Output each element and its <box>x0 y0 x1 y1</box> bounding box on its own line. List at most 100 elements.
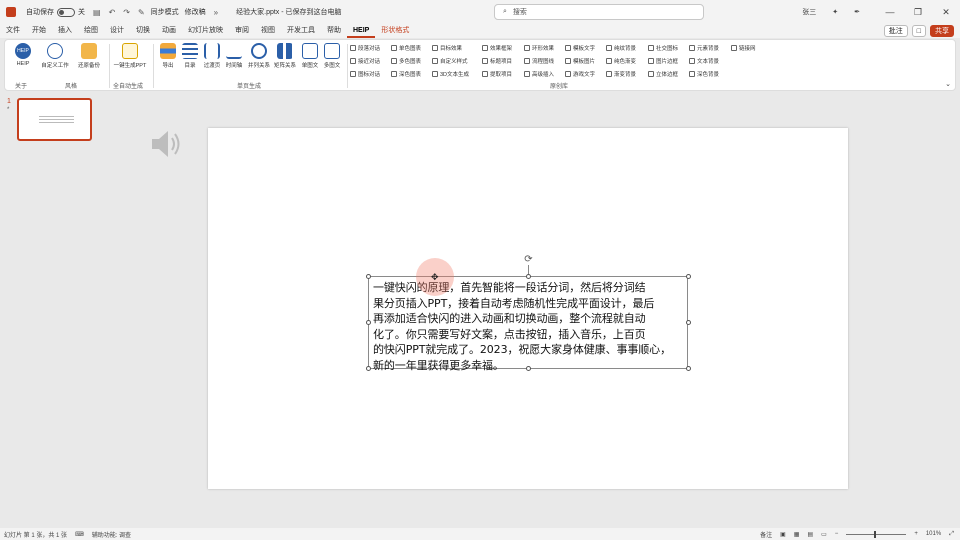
grid-item[interactable]: 渐变背景 <box>606 70 636 78</box>
resize-handle-bottom-left[interactable] <box>366 366 371 371</box>
tab-design[interactable]: 设计 <box>104 24 130 38</box>
more-commands-icon[interactable]: » <box>214 8 218 17</box>
sync-mode-button[interactable]: 同步模式 <box>151 7 179 17</box>
rotate-handle-icon[interactable]: ⟳ <box>523 254 534 265</box>
redo-icon[interactable]: ↷ <box>123 8 130 17</box>
accessibility-status[interactable]: 辅助功能: 调查 <box>92 530 131 539</box>
grid-item[interactable]: 纯色渐变 <box>606 57 636 65</box>
search-box[interactable]: ⌕ 搜索 <box>494 4 704 20</box>
selected-textbox[interactable]: 一键快闪的原理，首先智能将一段话分词，然后将分词结 果分页插入PPT，接着自动考… <box>368 276 688 372</box>
resize-handle-bottom[interactable] <box>526 366 531 371</box>
reading-view-icon[interactable]: ▤ <box>807 531 813 538</box>
tab-animations[interactable]: 动画 <box>156 24 182 38</box>
zoom-out-icon[interactable]: − <box>835 531 839 537</box>
grid-item[interactable]: 模板文字 <box>565 44 595 52</box>
tab-developer[interactable]: 开发工具 <box>281 24 321 38</box>
restore-backup-button[interactable]: 还原备份 <box>75 43 103 69</box>
grid-item[interactable]: 元素背景 <box>689 44 719 52</box>
toggle-switch-icon[interactable] <box>57 7 75 17</box>
grid-item[interactable]: 自定义样式 <box>432 57 468 65</box>
grid-item[interactable]: 接近对话 <box>350 57 380 65</box>
grid-item[interactable]: 目标效果 <box>432 44 462 52</box>
resize-handle-right[interactable] <box>686 320 691 325</box>
tab-help[interactable]: 帮助 <box>321 24 347 38</box>
zoom-slider-thumb[interactable] <box>874 530 877 538</box>
transition-page-button[interactable]: 过渡页 <box>201 43 223 69</box>
tab-slideshow[interactable]: 幻灯片放映 <box>182 24 229 38</box>
fit-slide-icon[interactable]: ⤢ <box>949 531 954 538</box>
restore-button[interactable]: ❐ <box>904 7 932 18</box>
present-button[interactable]: □ <box>911 25 926 37</box>
grid-item[interactable]: 单色图表 <box>391 44 421 52</box>
resize-handle-bottom-right[interactable] <box>686 366 691 371</box>
tab-shape-format[interactable]: 形状格式 <box>375 24 415 38</box>
grid-item[interactable]: 多色图表 <box>391 57 421 65</box>
tab-review[interactable]: 审阅 <box>229 24 255 38</box>
zoom-in-icon[interactable]: + <box>914 531 918 537</box>
language-icon[interactable]: ⌨ <box>75 531 84 538</box>
one-click-ppt-button[interactable]: 一键生成PPT <box>113 43 147 69</box>
copilot-icon[interactable]: ✦ <box>832 8 838 16</box>
grid-item[interactable]: 标题项目 <box>482 57 512 65</box>
tab-transitions[interactable]: 切换 <box>130 24 156 38</box>
grid-item[interactable]: 深色图表 <box>391 70 421 78</box>
resize-handle-top-right[interactable] <box>686 274 691 279</box>
grid-item[interactable]: 提取项目 <box>482 70 512 78</box>
tab-draw[interactable]: 绘图 <box>78 24 104 38</box>
slide-thumbnail[interactable] <box>17 98 92 141</box>
grid-item[interactable]: 段落对话 <box>350 44 380 52</box>
timeline-button[interactable]: 时间轴 <box>223 43 245 69</box>
zoom-level[interactable]: 101% <box>926 531 941 537</box>
grid-item[interactable]: 图片边框 <box>648 57 678 65</box>
minimize-button[interactable]: — <box>876 7 904 18</box>
format-painter-icon[interactable]: ✎ <box>138 8 145 17</box>
share-button[interactable]: 共享 <box>930 25 954 37</box>
toc-button[interactable]: 目录 <box>179 43 201 69</box>
revision-button[interactable]: 修改稿 <box>185 7 206 17</box>
matrix-button[interactable]: 矩阵关系 <box>273 43 297 69</box>
normal-view-icon[interactable]: ▣ <box>780 531 786 538</box>
export-button[interactable]: 导出 <box>157 43 179 69</box>
resize-handle-top[interactable] <box>526 274 531 279</box>
grid-item[interactable]: 3D文本生成 <box>432 70 469 78</box>
grid-item[interactable]: 链接网 <box>731 44 756 52</box>
grid-item[interactable]: 模板图片 <box>565 57 595 65</box>
tab-home[interactable]: 开始 <box>26 24 52 38</box>
comments-button[interactable]: 批注 <box>883 25 908 37</box>
grid-item[interactable]: 游戏文字 <box>565 70 595 78</box>
tab-insert[interactable]: 插入 <box>52 24 78 38</box>
zoom-slider[interactable] <box>846 530 907 538</box>
tab-heip[interactable]: HEIP <box>347 24 376 38</box>
save-icon[interactable]: ▤ <box>93 8 101 17</box>
resize-handle-left[interactable] <box>366 320 371 325</box>
document-title[interactable]: 经验大家.pptx - 已保存到这台电脑 <box>236 7 341 17</box>
grid-item[interactable]: 图标对话 <box>350 70 380 78</box>
tab-file[interactable]: 文件 <box>0 24 26 38</box>
autosave-toggle[interactable]: 自动保存 关 <box>26 7 85 17</box>
grid-item[interactable]: 社交图标 <box>648 44 678 52</box>
heip-button[interactable]: HEIP HEIP <box>9 43 37 67</box>
audio-speaker-icon[interactable] <box>150 128 186 160</box>
slideshow-icon[interactable]: ▭ <box>821 531 827 538</box>
collapse-ribbon-icon[interactable]: ⌄ <box>945 80 951 88</box>
grid-item[interactable]: 纯纹背景 <box>606 44 636 52</box>
user-name[interactable]: 张三 <box>802 7 816 17</box>
tab-view[interactable]: 视图 <box>255 24 281 38</box>
grid-item[interactable]: 效果框架 <box>482 44 512 52</box>
parallel-button[interactable]: 并列关系 <box>247 43 271 69</box>
grid-item[interactable]: 文本背景 <box>689 57 719 65</box>
custom-work-button[interactable]: 自定义工作 <box>41 43 69 69</box>
grid-item[interactable]: 流程图线 <box>524 57 554 65</box>
grid-item[interactable]: 高级插入 <box>524 70 554 78</box>
single-image-button[interactable]: 单图文 <box>299 43 321 69</box>
grid-item[interactable]: 立体边框 <box>648 70 678 78</box>
close-button[interactable]: ✕ <box>932 7 960 18</box>
grid-item[interactable]: 深色背景 <box>689 70 719 78</box>
multi-image-button[interactable]: 多图文 <box>321 43 343 69</box>
undo-icon[interactable]: ↶ <box>109 8 116 17</box>
resize-handle-top-left[interactable] <box>366 274 371 279</box>
notes-button[interactable]: 备注 <box>760 530 772 539</box>
grid-item[interactable]: 环形效果 <box>524 44 554 52</box>
pen-icon[interactable]: ✒ <box>854 8 860 16</box>
slide-sorter-icon[interactable]: ▦ <box>794 531 800 538</box>
